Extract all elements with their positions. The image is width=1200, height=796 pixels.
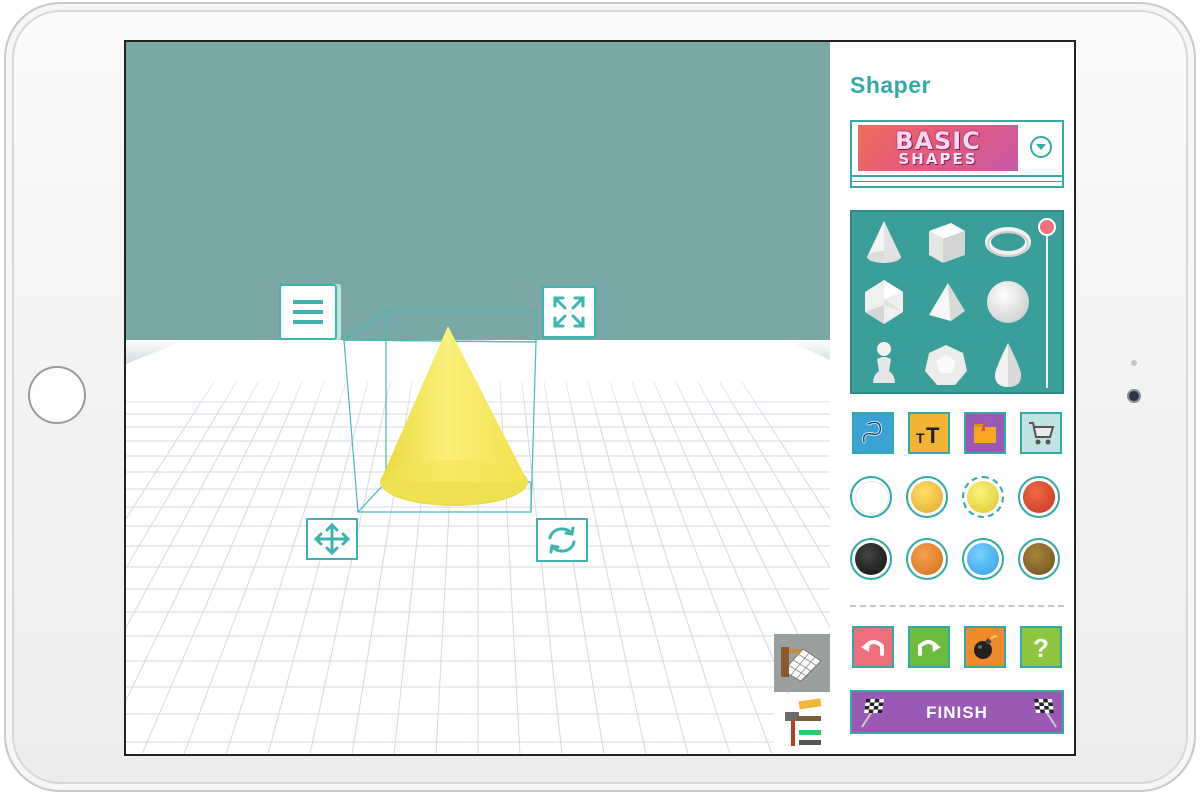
home-button[interactable]: [28, 366, 86, 424]
curve-icon: [862, 420, 882, 444]
svg-text:T: T: [926, 423, 940, 447]
shape-teardrop[interactable]: [980, 336, 1036, 392]
chevron-down-icon[interactable]: [1030, 136, 1052, 158]
shape-cube[interactable]: [918, 214, 974, 270]
category-banner: BASIC SHAPES: [858, 125, 1018, 171]
folder-icon: [974, 422, 996, 443]
scene-canvas[interactable]: [126, 42, 830, 754]
swatch-fill: [1023, 481, 1055, 513]
color-swatch-orange[interactable]: [906, 538, 948, 580]
hammer-tools-icon: [785, 698, 822, 746]
redo-icon: [918, 640, 941, 656]
color-swatch-yellow[interactable]: [962, 476, 1004, 518]
tools-tab[interactable]: [774, 694, 830, 754]
redo-button[interactable]: [908, 626, 950, 668]
swatch-fill: [855, 481, 889, 515]
swatch-fill: [911, 543, 943, 575]
object-menu-handle[interactable]: [279, 284, 337, 340]
question-icon: ?: [1033, 633, 1049, 662]
swatch-fill: [1023, 543, 1055, 575]
svg-text:?: ?: [1033, 633, 1049, 662]
color-swatch-gold[interactable]: [906, 476, 948, 518]
category-selector[interactable]: BASIC SHAPES: [850, 120, 1064, 188]
rotate-handle[interactable]: [536, 518, 588, 562]
checkered-flag-icon: [1034, 698, 1057, 728]
clear-all-button[interactable]: [964, 626, 1006, 668]
swatch-fill: [855, 543, 887, 575]
pawn-icon: [873, 342, 895, 383]
grid-toggle-tab[interactable]: [774, 634, 830, 692]
sphere-icon: [987, 281, 1029, 323]
undo-icon: [861, 640, 884, 656]
shape-icosahedron[interactable]: [856, 274, 912, 330]
shape-library-scrollbar[interactable]: [1046, 226, 1048, 388]
cone-icon: [867, 221, 901, 263]
3d-viewport[interactable]: [126, 42, 830, 754]
divider: [850, 605, 1064, 607]
freeform-curve-button[interactable]: [852, 412, 894, 454]
light-sensor: [1131, 360, 1137, 366]
category-line-2: SHAPES: [898, 150, 978, 168]
app-title: Shaper: [850, 72, 931, 98]
scrollbar-knob[interactable]: [1038, 218, 1056, 236]
undo-button[interactable]: [852, 626, 894, 668]
app-screen: Shaper BASIC SHAPES T T ? FINISH: [124, 40, 1076, 756]
swatch-fill: [967, 543, 999, 575]
text-icon: TT: [916, 423, 940, 447]
front-camera: [1127, 389, 1141, 403]
move-arrows-icon: [313, 522, 351, 556]
cube-icon: [929, 223, 965, 263]
color-swatch-blue[interactable]: [962, 538, 1004, 580]
shape-dodecahedron[interactable]: [918, 336, 974, 392]
bomb-icon: [974, 635, 998, 659]
folder-button[interactable]: [964, 412, 1006, 454]
shape-tetrahedron[interactable]: [918, 274, 974, 330]
shopping-cart-icon: [1029, 422, 1055, 445]
move-handle[interactable]: [306, 518, 358, 560]
shape-sphere[interactable]: [980, 274, 1036, 330]
side-panel: Shaper BASIC SHAPES T T ? FINISH: [830, 42, 1074, 754]
expand-icon: [553, 296, 585, 328]
scale-handle[interactable]: [542, 286, 596, 338]
text-tool-button[interactable]: TT: [908, 412, 950, 454]
color-swatch-black[interactable]: [850, 538, 892, 580]
finish-button[interactable]: FINISH: [850, 690, 1064, 734]
grid-texture-icon: [781, 647, 822, 682]
tetrahedron-icon: [929, 283, 965, 321]
shape-library: [850, 210, 1064, 394]
shopping-cart-button[interactable]: [1020, 412, 1062, 454]
color-swatch-white[interactable]: [850, 476, 892, 518]
shape-pawn[interactable]: [856, 336, 912, 392]
color-swatch-red[interactable]: [1018, 476, 1060, 518]
rotate-icon: [548, 526, 576, 554]
swatch-fill: [911, 481, 943, 513]
teardrop-icon: [995, 343, 1021, 387]
svg-text:T: T: [916, 430, 925, 446]
shape-torus[interactable]: [980, 214, 1036, 270]
shape-cone[interactable]: [856, 214, 912, 270]
dodecahedron-icon: [925, 345, 967, 385]
icosahedron-icon: [865, 280, 903, 324]
torus-icon: [985, 227, 1031, 257]
color-swatch-brown[interactable]: [1018, 538, 1060, 580]
menu-icon: [293, 300, 323, 324]
help-button[interactable]: ?: [1020, 626, 1062, 668]
swatch-fill: [967, 481, 999, 513]
